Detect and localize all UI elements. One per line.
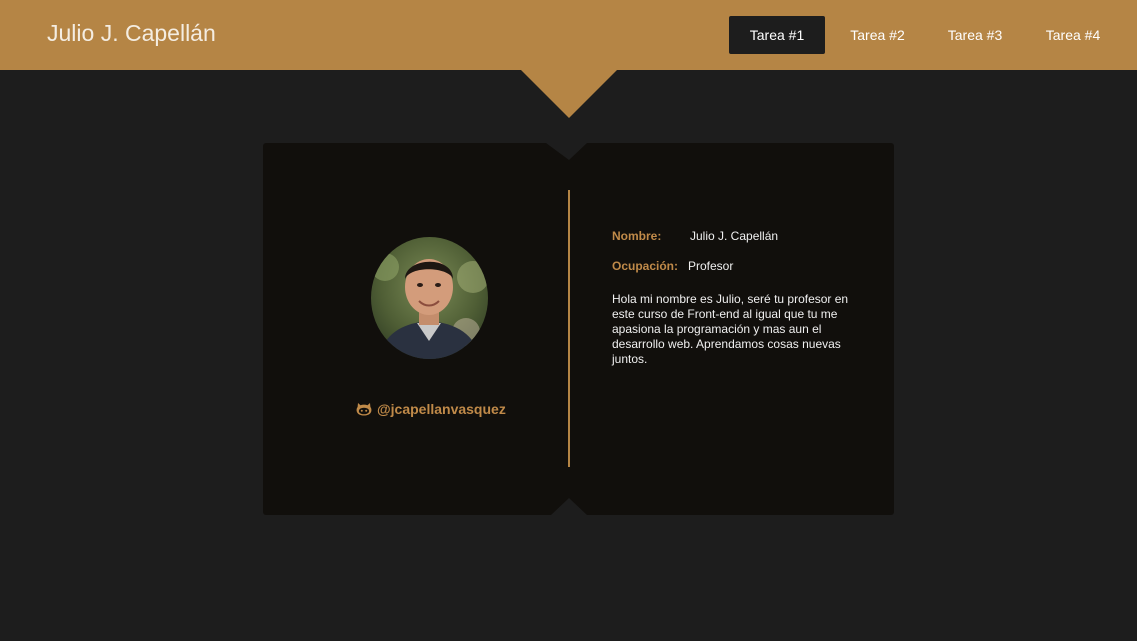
occupation-value: Profesor (688, 259, 734, 273)
main-nav: Tarea #1 Tarea #2 Tarea #3 Tarea #4 (729, 16, 1126, 54)
header-bar: Julio J. Capellán Tarea #1 Tarea #2 Tare… (0, 0, 1137, 70)
github-icon (356, 403, 372, 416)
name-label: Nombre: (612, 229, 662, 243)
card-divider (568, 190, 570, 467)
bio-text: Hola mi nombre es Julio, seré tu profeso… (612, 292, 849, 366)
github-handle: @jcapellanvasquez (377, 401, 506, 417)
occupation-label: Ocupación: (612, 259, 679, 273)
github-link[interactable]: @jcapellanvasquez (356, 400, 506, 418)
name-row: Nombre: Julio J. Capellán (612, 228, 778, 244)
site-title: Julio J. Capellán (47, 20, 216, 46)
nav-tarea-4[interactable]: Tarea #4 (1020, 16, 1126, 54)
header-notch (521, 70, 617, 118)
page: Julio J. Capellán Tarea #1 Tarea #2 Tare… (0, 0, 1137, 641)
avatar-photo (371, 237, 488, 359)
occupation-row: Ocupación: Profesor (612, 258, 733, 274)
nav-tarea-1[interactable]: Tarea #1 (729, 16, 825, 54)
nav-tarea-3[interactable]: Tarea #3 (930, 16, 1020, 54)
avatar (371, 237, 488, 359)
nav-tarea-2[interactable]: Tarea #2 (825, 16, 930, 54)
name-value: Julio J. Capellán (690, 229, 779, 243)
